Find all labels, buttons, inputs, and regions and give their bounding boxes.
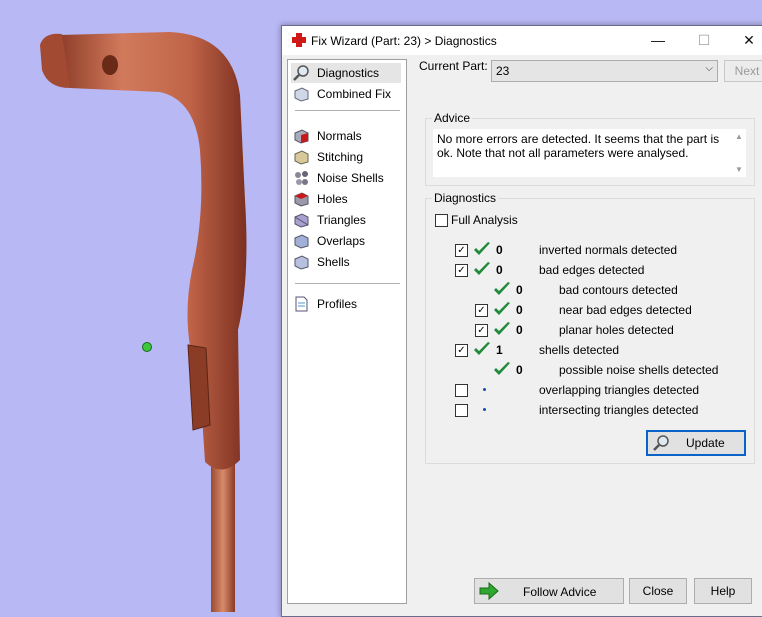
nav-item-shells[interactable]: Shells — [291, 252, 401, 272]
diagnostic-label: shells detected — [539, 343, 620, 357]
nav-item-stitching[interactable]: Stitching — [291, 147, 401, 167]
diagnostic-count: 0 — [496, 243, 503, 257]
cube-icon — [294, 87, 309, 102]
nav-item-combined-fix[interactable]: Combined Fix — [291, 84, 401, 104]
advice-text: No more errors are detected. It seems th… — [437, 132, 720, 160]
red-cross-icon — [292, 33, 306, 47]
nav-item-triangles[interactable]: Triangles — [291, 210, 401, 230]
diagnostic-count: 0 — [516, 363, 523, 377]
scroll-down-icon: ▼ — [735, 165, 743, 174]
next-button[interactable]: Next — [724, 60, 762, 82]
nav-item-diagnostics[interactable]: Diagnostics — [291, 63, 401, 83]
full-analysis-checkbox[interactable] — [435, 214, 448, 227]
diagnostic-count: 0 — [516, 303, 523, 317]
nav-separator — [295, 110, 400, 111]
diagnostic-label: inverted normals detected — [539, 243, 678, 257]
green-check-icon — [494, 362, 510, 375]
diagnostics-group: Diagnostics Full Analysis ✓ 0 inverted nor… — [425, 191, 755, 464]
update-button[interactable]: Update — [646, 430, 746, 456]
diagnostic-label: bad edges detected — [539, 263, 645, 277]
nav-item-profiles[interactable]: Profiles — [291, 294, 401, 314]
maximize-button[interactable]: ☐ — [681, 26, 727, 55]
green-check-icon — [474, 242, 490, 255]
nav-item-normals[interactable]: Normals — [291, 126, 401, 146]
triangles-icon — [294, 213, 309, 228]
current-part-select[interactable]: 23 ⌵ — [491, 60, 718, 82]
diagnostic-checkbox[interactable]: ✓ — [455, 244, 468, 257]
diagnostic-checkbox[interactable]: ✓ — [455, 264, 468, 277]
diagnostic-label: near bad edges detected — [559, 303, 692, 317]
document-icon — [295, 296, 308, 312]
diagnostic-count: 0 — [516, 323, 523, 337]
nav-item-noise-shells[interactable]: Noise Shells — [291, 168, 401, 188]
help-button[interactable]: Help — [694, 578, 752, 604]
advice-textbox[interactable]: No more errors are detected. It seems th… — [433, 129, 746, 177]
nav-separator — [295, 283, 400, 284]
overlaps-icon — [294, 234, 309, 249]
green-check-icon — [474, 342, 490, 355]
normals-icon — [294, 129, 309, 144]
diagnostic-label: bad contours detected — [559, 283, 678, 297]
advice-group: Advice No more errors are detected. It s… — [425, 111, 755, 186]
diagnostics-title: Diagnostics — [432, 191, 499, 205]
chevron-down-icon: ⌵ — [705, 63, 713, 74]
diagnostic-checkbox[interactable]: ✓ — [455, 344, 468, 357]
title-bar[interactable]: Fix Wizard (Part: 23) > Diagnostics — ☐ … — [282, 26, 762, 55]
wizard-nav-panel: Diagnostics Combined Fix Normals Stitchi… — [287, 59, 407, 604]
diagnostic-count: 0 — [496, 263, 503, 277]
advice-scrollbar[interactable]: ▲ ▼ — [732, 129, 746, 177]
diagnostic-checkbox[interactable]: ✓ — [475, 304, 488, 317]
green-check-icon — [494, 302, 510, 315]
fix-wizard-dialog: Fix Wizard (Part: 23) > Diagnostics — ☐ … — [281, 25, 762, 617]
minimize-button[interactable]: — — [635, 26, 681, 55]
close-button[interactable]: Close — [629, 578, 687, 604]
scroll-up-icon: ▲ — [735, 132, 743, 141]
diagnostic-count: 1 — [496, 343, 503, 357]
close-window-button[interactable]: ✕ — [726, 26, 762, 55]
follow-advice-button[interactable]: Follow Advice — [474, 578, 624, 604]
diagnostic-checkbox[interactable] — [455, 384, 468, 397]
nav-item-overlaps[interactable]: Overlaps — [291, 231, 401, 251]
stitching-icon — [294, 150, 309, 165]
green-check-icon — [474, 262, 490, 275]
diagnostic-label: possible noise shells detected — [559, 363, 719, 377]
green-check-icon — [494, 282, 510, 295]
nav-item-holes[interactable]: Holes — [291, 189, 401, 209]
noise-shells-icon — [295, 171, 308, 185]
diagnostic-label: intersecting triangles detected — [539, 403, 699, 417]
diagnostic-checkbox[interactable]: ✓ — [475, 324, 488, 337]
green-arrow-icon — [479, 582, 499, 600]
diagnostic-label: planar holes detected — [559, 323, 674, 337]
diagnostic-count: 0 — [516, 283, 523, 297]
full-analysis-label: Full Analysis — [451, 213, 518, 227]
diagnostic-label: overlapping triangles detected — [539, 383, 700, 397]
magnifier-icon — [653, 435, 669, 451]
status-dot-icon — [483, 408, 486, 411]
status-dot-icon — [483, 388, 486, 391]
green-pivot-point — [142, 342, 152, 352]
window-title: Fix Wizard (Part: 23) > Diagnostics — [311, 34, 497, 48]
diagnostic-checkbox[interactable] — [455, 404, 468, 417]
advice-title: Advice — [432, 111, 473, 125]
holes-icon — [294, 192, 309, 207]
shells-icon — [294, 255, 309, 270]
magnifier-icon — [293, 65, 309, 81]
green-check-icon — [494, 322, 510, 335]
current-part-label: Current Part: — [419, 59, 488, 73]
